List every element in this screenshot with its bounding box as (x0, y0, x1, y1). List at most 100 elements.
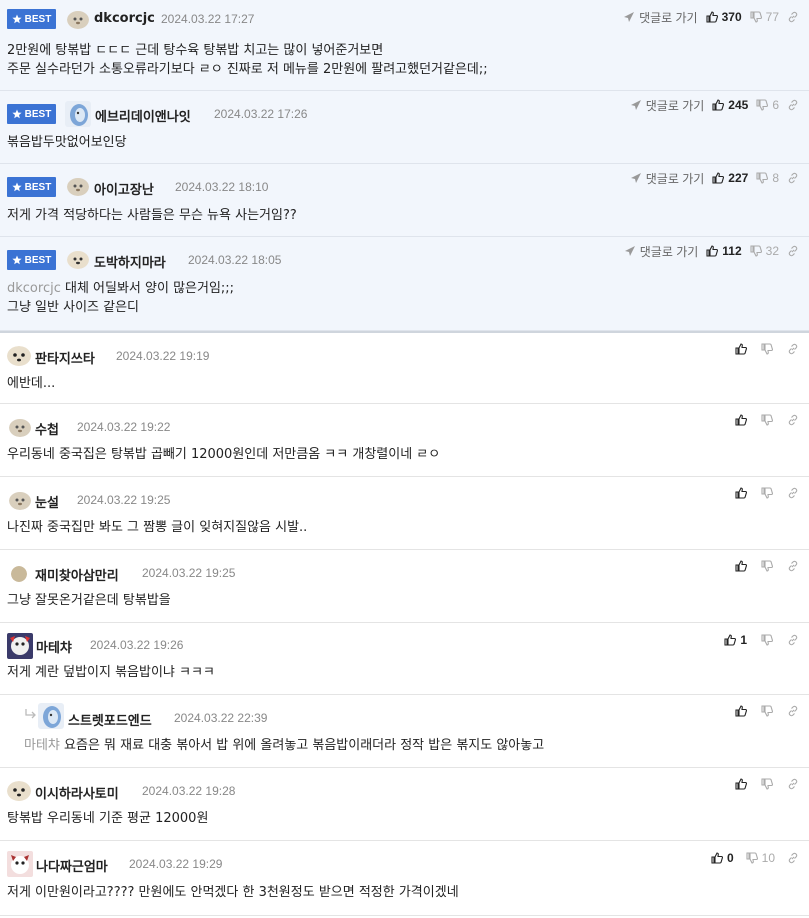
thumbs-up-icon (712, 99, 725, 111)
thumbs-up-icon (735, 487, 747, 499)
thumbs-down-icon (761, 560, 773, 572)
thumbs-up-icon (735, 343, 747, 355)
go-to-reply-button[interactable]: 댓글로 가기 (623, 9, 698, 26)
comment: 수첩 2024.03.22 19:22 우리동네 중국집은 탕볶밥 곱빼기 12… (0, 404, 809, 477)
author-nick[interactable]: dkcorcjc (94, 11, 155, 26)
comment: 이시하라사토미 2024.03.22 19:28 탕볶밥 우리동네 기준 평균 … (0, 768, 809, 841)
thumbs-up-icon (706, 11, 718, 23)
comment-body: 마테챠 요즘은 뭐 재료 대충 볶아서 밥 위에 올려놓고 볶음밥이래더라 정작… (24, 738, 545, 753)
downvote-button[interactable] (761, 705, 773, 717)
avatar[interactable] (67, 177, 89, 196)
author-nick[interactable]: 에브리데이앤나잇 (95, 106, 191, 125)
downvote-button[interactable]: 8 (756, 171, 779, 185)
avatar[interactable] (7, 781, 31, 801)
upvote-button[interactable] (735, 414, 747, 426)
upvote-button[interactable]: 227 (712, 171, 748, 185)
downvote-button[interactable]: 10 (746, 851, 775, 865)
author-nick[interactable]: 도박하지마라 (94, 252, 166, 271)
link-button[interactable] (787, 705, 799, 717)
comment-date: 2024.03.22 19:19 (116, 349, 210, 363)
upvote-button[interactable]: 0 (711, 851, 734, 865)
link-button[interactable] (787, 99, 799, 111)
author-nick[interactable]: 스트렛포드엔드 (68, 710, 152, 729)
author-nick[interactable]: 마테챠 (36, 637, 72, 656)
author-nick[interactable]: 눈설 (35, 492, 59, 511)
upvote-button[interactable]: 245 (712, 98, 748, 112)
link-button[interactable] (787, 778, 799, 790)
upvote-button[interactable]: 370 (706, 10, 742, 24)
link-button[interactable] (787, 852, 799, 864)
downvote-button[interactable] (761, 560, 773, 572)
thumbs-down-icon (761, 343, 773, 355)
author-nick[interactable]: 나다짜근엄마 (36, 856, 108, 875)
comment-date: 2024.03.22 19:25 (142, 566, 236, 580)
comment-body: 그냥 잘못온거같은데 탕볶밥을 (7, 593, 171, 608)
avatar[interactable] (38, 703, 64, 729)
mention[interactable]: dkcorcjc (7, 281, 61, 296)
author-nick[interactable]: 아이고장난 (94, 179, 154, 198)
thumbs-down-icon (756, 99, 769, 111)
author-nick[interactable]: 재미찾아삼만리 (35, 565, 119, 584)
link-button[interactable] (787, 343, 799, 355)
avatar[interactable] (7, 633, 33, 659)
link-icon (788, 487, 798, 499)
send-icon (624, 12, 635, 22)
comment-date: 2024.03.22 19:28 (142, 784, 236, 798)
comment-body: 저게 계란 덮밥이지 볶음밥이냐 ㅋㅋㅋ (7, 665, 215, 680)
link-button[interactable] (787, 414, 799, 426)
link-icon (788, 634, 798, 646)
upvote-button[interactable]: 112 (706, 244, 742, 258)
upvote-button[interactable]: 1 (724, 633, 747, 647)
author-nick[interactable]: 수첩 (35, 419, 59, 438)
best-comment: BEST 도박하지마라 2024.03.22 18:05 댓글로 가기 112 … (0, 237, 809, 331)
link-button[interactable] (787, 487, 799, 499)
comment-date: 2024.03.22 18:10 (175, 180, 269, 194)
upvote-button[interactable] (735, 343, 747, 355)
thumbs-down-icon (761, 414, 773, 426)
avatar[interactable] (11, 566, 27, 582)
downvote-button[interactable] (761, 634, 773, 646)
best-comment: BEST 에브리데이앤나잇 2024.03.22 17:26 댓글로 가기 24… (0, 91, 809, 164)
link-button[interactable] (787, 172, 799, 184)
avatar[interactable] (67, 250, 89, 269)
avatar[interactable] (9, 418, 31, 437)
comment-body: 우리동네 중국집은 탕볶밥 곱빼기 12000원인데 저만큼옴 ㅋㅋ 개창렬이네… (7, 447, 441, 462)
star-icon (12, 14, 22, 24)
downvote-button[interactable]: 77 (750, 10, 779, 24)
avatar[interactable] (67, 10, 89, 29)
upvote-button[interactable] (735, 560, 747, 572)
avatar[interactable] (9, 491, 31, 510)
go-to-reply-button[interactable]: 댓글로 가기 (624, 243, 698, 260)
author-nick[interactable]: 이시하라사토미 (35, 783, 119, 802)
thumbs-up-icon (735, 705, 747, 717)
thumbs-up-icon (735, 560, 747, 572)
comment-body: dkcorcjc 대체 어딜봐서 양이 많은거임;;; 그냥 일반 사이즈 같은… (7, 281, 235, 315)
comment-body: 볶음밥두맛없어보인당 (7, 135, 127, 150)
avatar[interactable] (7, 851, 33, 877)
thumbs-down-icon (761, 487, 773, 499)
downvote-button[interactable]: 6 (756, 98, 779, 112)
upvote-button[interactable] (735, 705, 747, 717)
downvote-button[interactable] (761, 487, 773, 499)
mention[interactable]: 마테챠 (24, 738, 60, 753)
go-to-reply-button[interactable]: 댓글로 가기 (630, 170, 704, 187)
downvote-button[interactable] (761, 414, 773, 426)
link-button[interactable] (787, 634, 799, 646)
comment: 판타지쓰타 2024.03.22 19:19 에반데... (0, 331, 809, 404)
upvote-button[interactable] (735, 487, 747, 499)
downvote-button[interactable] (761, 343, 773, 355)
thumbs-down-icon (756, 172, 769, 184)
downvote-button[interactable] (761, 778, 773, 790)
go-to-reply-button[interactable]: 댓글로 가기 (630, 97, 704, 114)
downvote-button[interactable]: 32 (750, 244, 779, 258)
author-nick[interactable]: 판타지쓰타 (35, 348, 95, 367)
comment-date: 2024.03.22 17:27 (161, 12, 255, 26)
comment: 재미찾아삼만리 2024.03.22 19:25 그냥 잘못온거같은데 탕볶밥을 (0, 550, 809, 623)
link-button[interactable] (787, 245, 799, 257)
link-button[interactable] (787, 560, 799, 572)
link-button[interactable] (787, 11, 799, 23)
avatar[interactable] (7, 346, 31, 366)
avatar[interactable] (65, 101, 91, 127)
upvote-button[interactable] (735, 778, 747, 790)
best-badge: BEST (7, 104, 56, 124)
